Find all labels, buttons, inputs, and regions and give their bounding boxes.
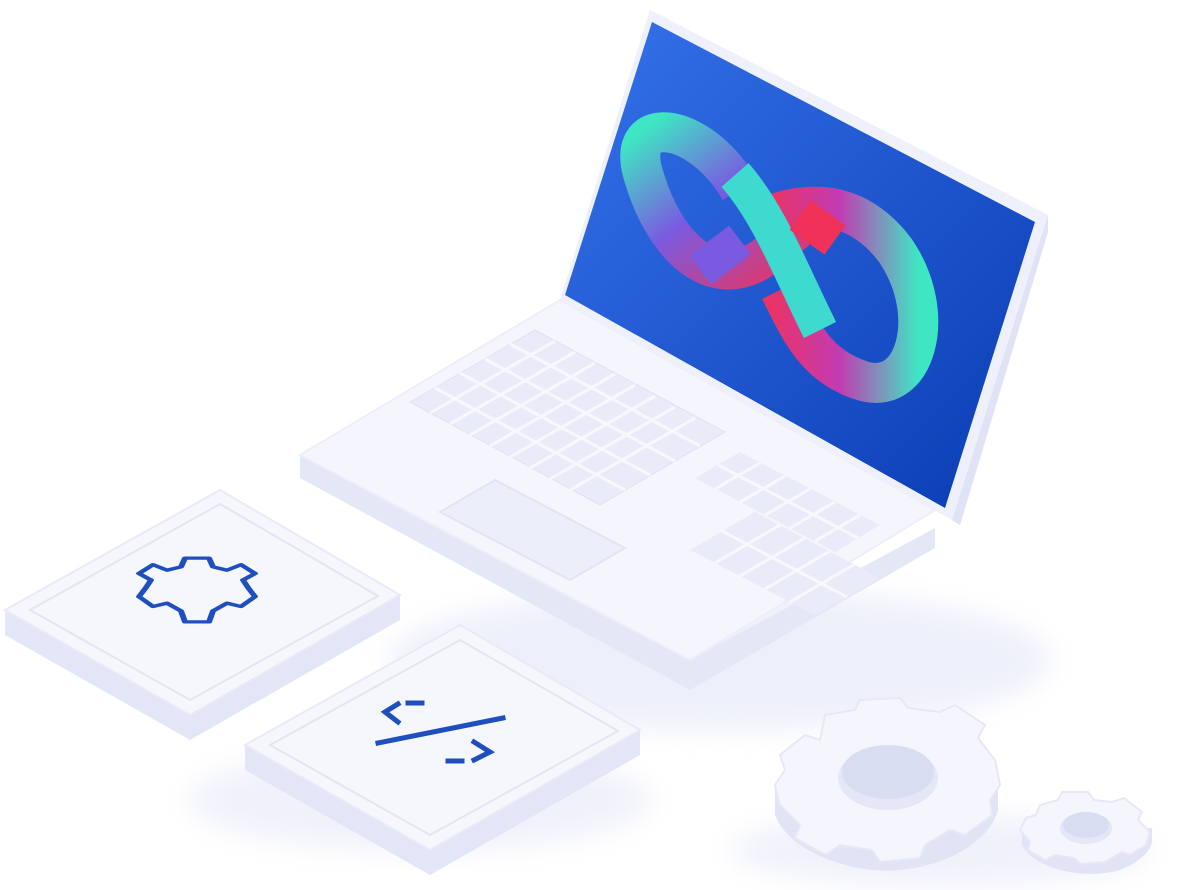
laptop xyxy=(297,10,1048,690)
small-gear-icon xyxy=(1018,791,1152,874)
illustration-stage xyxy=(0,0,1187,890)
devops-illustration xyxy=(2,10,1152,885)
